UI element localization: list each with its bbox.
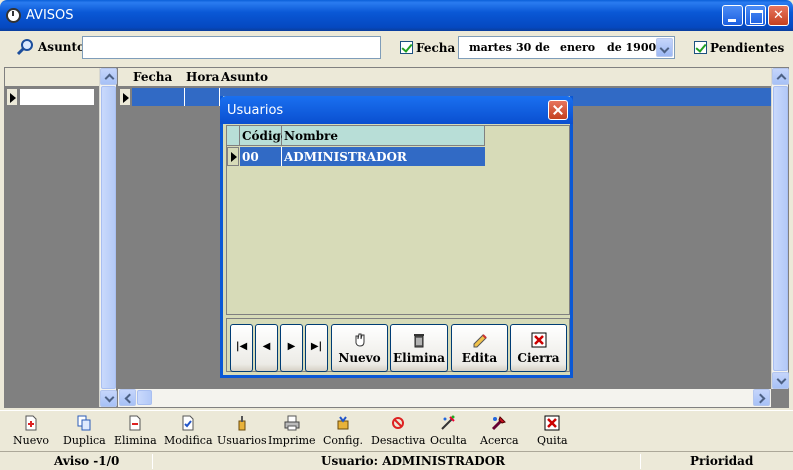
bottom-toolbar: Nuevo Duplica Elimina Modifica Usuarios … [0,410,793,451]
row-indicator [119,88,131,106]
window-title: AVISOS [26,8,74,23]
scroll-down-button[interactable] [772,372,789,389]
scroll-thumb[interactable] [101,86,116,389]
scroll-down-button[interactable] [100,390,117,407]
row-indicator [6,88,18,106]
date-picker[interactable]: martes 30 de enero de 1900 [458,36,675,59]
close-button[interactable]: ✕ [768,5,789,26]
date-day-name: martes [469,41,512,54]
dialog-navigator: |◀ ◀ ▶ ▶| Nuevo Elimina Edita Cierra [226,318,570,372]
date-month: enero [560,41,596,54]
toolbar-elimina-button[interactable]: Elimina [114,415,157,447]
column-header-nombre[interactable]: Nombre [282,126,485,146]
cell-nombre: ADMINISTRADOR [284,150,407,164]
fecha-label: Fecha [416,41,456,55]
last-record-button[interactable]: ▶| [305,324,328,372]
column-header-hora[interactable]: Hora [186,70,219,84]
new-icon [25,415,37,431]
title-bar[interactable]: AVISOS ✕ [0,0,793,31]
fecha-checkbox[interactable] [400,41,413,54]
dialog-title-bar[interactable]: Usuarios [220,96,573,124]
status-aviso: Aviso -1/0 [54,454,120,468]
close-icon [531,332,546,348]
column-header-asunto[interactable]: Asunto [221,70,268,84]
scroll-up-button[interactable] [772,68,789,85]
toolbar-nuevo-button[interactable]: Nuevo [13,415,49,447]
clock-icon [6,8,21,23]
pencil-icon [473,334,487,348]
usuarios-grid[interactable]: Código Nombre 00 ADMINISTRADOR [226,125,570,315]
row-indicator [227,147,239,166]
dialog-close-button[interactable] [548,100,568,120]
next-icon: ▶ [287,341,296,352]
scroll-left-button[interactable] [119,389,136,406]
chevron-down-icon[interactable] [656,38,673,57]
toolbar-modifica-button[interactable]: Modifica [164,415,213,447]
status-divider [640,454,641,469]
left-grid-header [5,68,100,87]
prev-icon: ◀ [262,341,271,352]
column-header-codigo[interactable]: Código [240,126,289,146]
scroll-up-button[interactable] [100,68,117,85]
edit-icon [182,415,194,431]
toolbar-config-button[interactable]: Config. [323,415,363,447]
minimize-button[interactable] [722,5,743,26]
first-record-button[interactable]: |◀ [230,324,253,372]
printer-icon [284,415,300,431]
hand-icon [355,333,364,347]
dialog-nuevo-button[interactable]: Nuevo [331,324,388,372]
table-row[interactable]: 00 ADMINISTRADOR [240,147,485,166]
search-icon [16,39,33,56]
users-icon [238,416,246,431]
main-horizontal-scrollbar[interactable] [118,389,771,407]
pendientes-label: Pendientes [710,41,785,55]
pendientes-checkbox[interactable] [694,41,707,54]
toolbar-usuarios-button[interactable]: Usuarios [217,415,267,447]
scroll-thumb[interactable] [773,86,788,371]
toolbar-imprime-button[interactable]: Imprime [268,415,316,447]
h-scroll-thumb[interactable] [137,390,152,405]
scroll-right-button[interactable] [753,389,770,406]
cell-codigo: 00 [242,150,259,164]
toolbar-acerca-button[interactable]: Acerca [480,415,519,447]
dialog-cierra-button[interactable]: Cierra [510,324,567,372]
main-vertical-scrollbar[interactable] [771,68,789,389]
left-scrollbar[interactable] [99,68,117,407]
asunto-input[interactable] [82,36,381,59]
status-prioridad: Prioridad [690,454,754,468]
left-grid-cell[interactable] [19,88,95,106]
maximize-button[interactable] [745,5,766,26]
first-icon: |◀ [235,341,248,352]
dialog-title: Usuarios [227,103,284,118]
usuarios-dialog: Usuarios Código Nombre 00 ADMINISTRADOR … [220,96,573,378]
deactivate-icon [392,417,405,429]
toolbar-desactiva-button[interactable]: Desactiva [371,415,425,447]
date-year: de 1900 [607,41,657,54]
avisos-grid-header: Fecha Hora Asunto [118,68,771,87]
config-icon [337,416,349,430]
last-icon: ▶| [310,341,323,352]
about-icon [492,416,507,431]
dialog-elimina-button[interactable]: Elimina [390,324,448,372]
prev-record-button[interactable]: ◀ [255,324,278,372]
column-header-fecha[interactable]: Fecha [133,70,172,84]
next-record-button[interactable]: ▶ [280,324,303,372]
status-usuario: Usuario: ADMINISTRADOR [321,454,506,468]
toolbar-quita-button[interactable]: Quita [537,415,568,447]
hide-icon [441,415,456,430]
trash-icon [414,334,424,348]
left-grid[interactable] [4,67,117,408]
dialog-edita-button[interactable]: Edita [451,324,508,372]
exit-icon [544,415,560,431]
date-day: 30 de [516,41,550,54]
status-bar: Aviso -1/0 Usuario: ADMINISTRADOR Priori… [0,451,793,470]
toolbar-duplica-button[interactable]: Duplica [63,415,106,447]
delete-icon [129,415,141,431]
duplicate-icon [77,415,91,431]
status-divider [152,454,153,469]
grid-corner [227,126,240,146]
filter-bar: Asunto: Fecha martes 30 de enero de 1900… [0,31,793,64]
toolbar-oculta-button[interactable]: Oculta [430,415,467,447]
